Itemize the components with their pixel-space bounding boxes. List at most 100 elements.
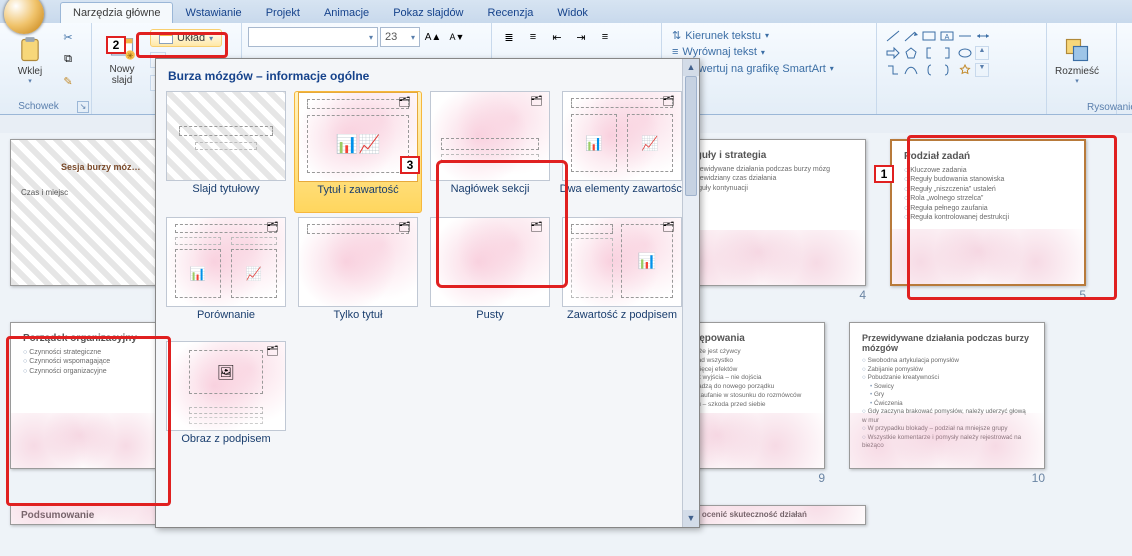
arrange-icon — [1063, 36, 1091, 64]
layout-icon — [159, 32, 173, 44]
line-spacing-icon: ≡ — [602, 31, 608, 43]
layout-button[interactable]: Układ ▾ — [150, 29, 222, 47]
layout-caption: Pusty — [426, 309, 554, 337]
layout-gallery: Burza mózgów – informacje ogólne Slajd t… — [155, 58, 700, 528]
layout-option-content-caption[interactable]: 📊🗂 Zawartość z podpisem — [558, 217, 686, 337]
ribbon-tabs: Narzędzia główne Wstawianie Projekt Anim… — [0, 0, 1132, 23]
paste-label: Wklej — [18, 66, 42, 77]
layout-option-picture-caption[interactable]: 🖼🗂 Obraz z podpisem — [162, 341, 290, 461]
slide-thumbnail[interactable]: Porządek organizacyjny Czynności strateg… — [10, 322, 165, 485]
line-spacing-button[interactable]: ≡ — [594, 27, 616, 47]
slide-thumbnail[interactable]: Podział zadań Kluczowe zadania Reguły bu… — [890, 139, 1086, 302]
text-direction-icon: ⇅ — [672, 29, 681, 42]
lbracket-icon[interactable] — [921, 46, 937, 60]
layout-option-title-slide[interactable]: Slajd tytułowy — [162, 91, 290, 213]
text-direction-label: Kierunek tekstu — [685, 30, 761, 42]
outdent-icon: ⇤ — [552, 31, 561, 44]
slide-number: 10 — [849, 471, 1045, 485]
text-direction-button[interactable]: ⇅Kierunek tekstu▾ — [668, 27, 870, 44]
arrange-button[interactable]: Rozmieść ▾ — [1053, 27, 1101, 93]
clipboard-launcher[interactable]: ↘ — [77, 101, 89, 113]
format-painter-button[interactable]: ✎ — [57, 71, 79, 91]
ellipse-icon[interactable] — [957, 46, 973, 60]
copy-icon: ⧉ — [64, 53, 72, 66]
tab-home[interactable]: Narzędzia główne — [60, 2, 173, 23]
numbering-icon: ≡ — [530, 31, 536, 43]
polygon-icon[interactable] — [903, 46, 919, 60]
more-shape-icon[interactable] — [957, 29, 973, 43]
shapes-more[interactable]: ▼ — [975, 63, 989, 77]
slide-bullets: Kluczowe zadania Reguły budowania stanow… — [904, 166, 1072, 223]
shrink-font-button[interactable]: A▼ — [446, 27, 468, 47]
slide-title: Porządek organizacyjny — [23, 333, 152, 344]
elbow-icon[interactable] — [885, 63, 901, 77]
double-arrow-icon[interactable] — [975, 29, 991, 43]
block-arrow-icon[interactable] — [885, 46, 901, 60]
svg-text:✳: ✳ — [127, 52, 134, 61]
tab-design[interactable]: Projekt — [254, 3, 312, 23]
layout-caption: Slajd tytułowy — [162, 183, 290, 211]
slide-bullets: Przewidywane działania podczas burzy móz… — [683, 165, 853, 193]
svg-text:A: A — [945, 34, 950, 41]
paste-button[interactable]: Wklej ▾ — [6, 27, 54, 93]
lbrace-icon[interactable] — [921, 63, 937, 77]
group-clipboard-label: Schowek — [18, 101, 59, 112]
tab-insert[interactable]: Wstawianie — [173, 3, 253, 23]
tab-view[interactable]: Widok — [545, 3, 600, 23]
arrange-label: Rozmieść — [1055, 66, 1099, 77]
layout-label: Układ — [177, 32, 205, 44]
scroll-thumb[interactable] — [685, 76, 697, 196]
slide-title: Sesja burzy móz… — [61, 162, 141, 172]
layout-caption: Tytuł i zawartość — [295, 184, 421, 212]
font-size-value: 23 — [385, 31, 397, 43]
rbracket-icon[interactable] — [939, 46, 955, 60]
indent-dec-button[interactable]: ⇤ — [546, 27, 568, 47]
slide-thumbnail[interactable]: Przewidywane działania podczas burzy móz… — [849, 322, 1045, 485]
rbrace-icon[interactable] — [939, 63, 955, 77]
layout-caption: Tylko tytuł — [294, 309, 422, 337]
numbering-button[interactable]: ≡ — [522, 27, 544, 47]
slide-title: Reguły i strategia — [683, 150, 853, 161]
star-icon[interactable] — [957, 63, 973, 77]
tab-animations[interactable]: Animacje — [312, 3, 381, 23]
copy-button[interactable]: ⧉ — [57, 49, 79, 69]
group-shapes: A ▲ ▼ — [877, 23, 1047, 114]
indent-inc-button[interactable]: ⇥ — [570, 27, 592, 47]
tab-slideshow[interactable]: Pokaz slajdów — [381, 3, 475, 23]
paste-icon — [16, 36, 44, 64]
font-size-select[interactable]: 23▾ — [380, 27, 420, 47]
layout-option-title-only[interactable]: 🗂 Tylko tytuł — [294, 217, 422, 337]
bullets-button[interactable]: ≣ — [498, 27, 520, 47]
gallery-title: Burza mózgów – informacje ogólne — [156, 59, 699, 89]
group-clipboard: Wklej ▾ ✂ ⧉ ✎ Schowek ↘ — [0, 23, 92, 114]
layout-caption: Porównanie — [162, 309, 290, 337]
align-text-label: Wyrównaj tekst — [682, 46, 756, 58]
rect-shape-icon[interactable] — [921, 29, 937, 43]
tab-review[interactable]: Recenzja — [476, 3, 546, 23]
cut-button[interactable]: ✂ — [57, 27, 79, 47]
layout-option-comparison[interactable]: 📊📈🗂 Porównanie — [162, 217, 290, 337]
align-text-icon: ≡ — [672, 46, 678, 58]
scroll-down-icon[interactable]: ▼ — [683, 510, 699, 527]
chevron-down-icon: ▾ — [209, 34, 213, 43]
gallery-scrollbar[interactable]: ▲ ▼ — [682, 59, 699, 527]
grow-font-button[interactable]: A▲ — [422, 27, 444, 47]
arrow-shape-icon[interactable] — [903, 29, 919, 43]
indent-icon: ⇥ — [576, 31, 585, 44]
layout-option-title-content[interactable]: 📊📈🗂 Tytuł i zawartość — [294, 91, 422, 213]
curve-icon[interactable] — [903, 63, 919, 77]
slide-bullets: Swobodna artykulacja pomysłów Zabijanie … — [862, 357, 1032, 451]
line-shape-icon[interactable] — [885, 29, 901, 43]
layout-caption: Zawartość z podpisem — [558, 309, 686, 337]
slide-title: Czas ocenić skuteczność działań — [681, 510, 855, 519]
brush-icon: ✎ — [63, 75, 72, 88]
layout-option-two-content[interactable]: 📊📈🗂 Dwa elementy zawartości — [558, 91, 686, 213]
layout-caption: Dwa elementy zawartości — [558, 183, 686, 211]
grow-font-icon: A▲ — [425, 32, 442, 43]
shapes-scroll[interactable]: ▲ — [975, 46, 989, 60]
gallery-grid: Slajd tytułowy 📊📈🗂 Tytuł i zawartość 🗂 N… — [156, 89, 699, 463]
annotation-label-2: 2 — [106, 36, 126, 54]
scroll-up-icon[interactable]: ▲ — [683, 59, 699, 76]
textbox-shape-icon[interactable]: A — [939, 29, 955, 43]
font-family-select[interactable]: ▾ — [248, 27, 378, 47]
